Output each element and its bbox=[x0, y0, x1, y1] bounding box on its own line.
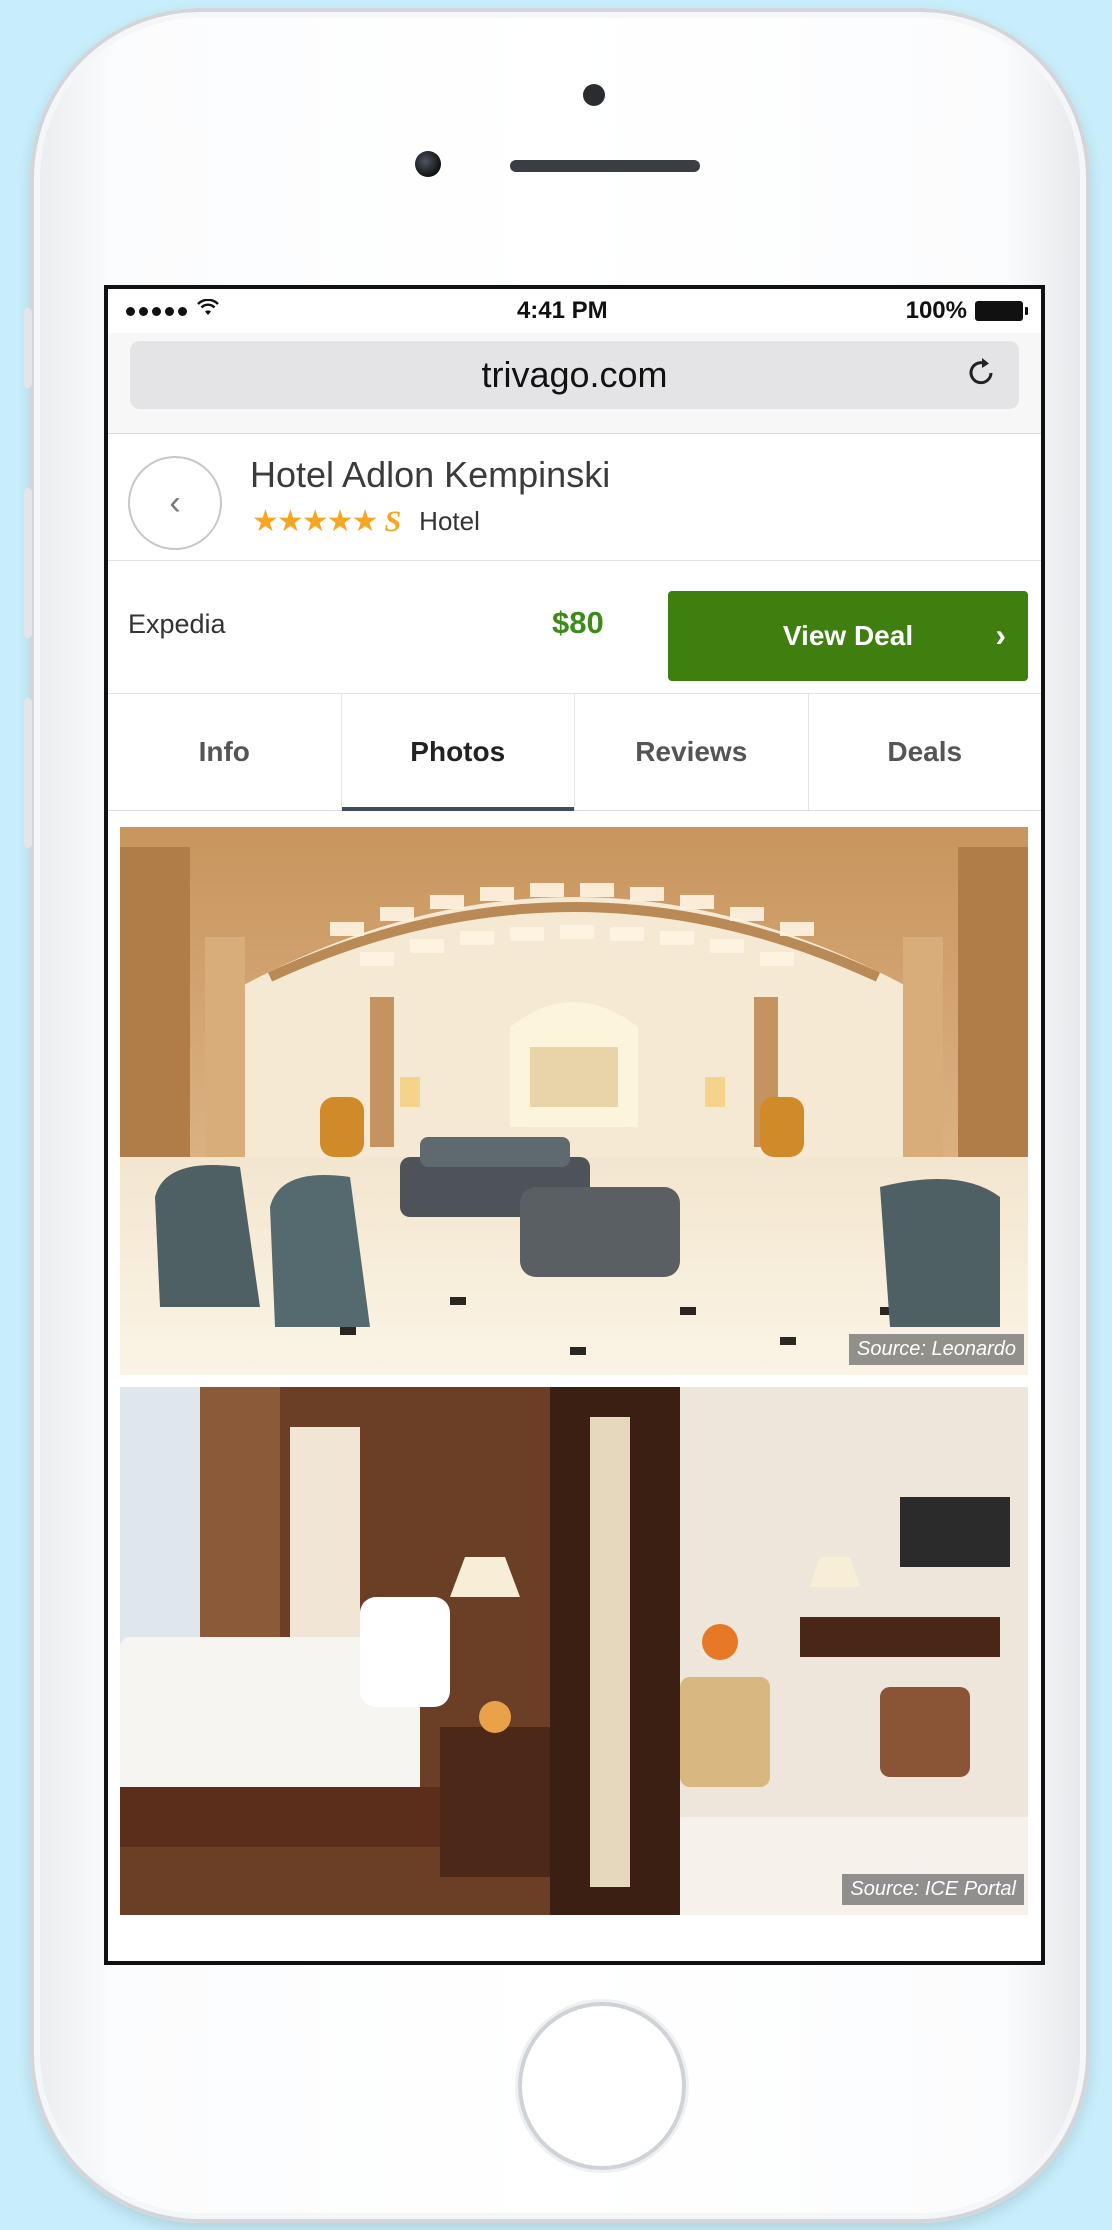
signal-dot bbox=[152, 306, 161, 316]
battery-icon bbox=[975, 301, 1028, 321]
tab-reviews[interactable]: Reviews bbox=[575, 694, 809, 810]
reload-icon[interactable] bbox=[967, 355, 997, 396]
volume-up-button bbox=[24, 488, 32, 638]
proximity-sensor bbox=[415, 151, 441, 177]
back-button[interactable]: ‹ bbox=[128, 456, 222, 550]
hotel-name: Hotel Adlon Kempinski bbox=[250, 454, 611, 495]
phone-screen: 4:41 PM 100% trivago.com ‹ Hotel Adlon K… bbox=[104, 285, 1045, 1965]
room-image bbox=[120, 1387, 1028, 1915]
deal-price: $80 bbox=[552, 605, 604, 640]
earpiece-speaker bbox=[510, 160, 700, 172]
chevron-right-icon: › bbox=[995, 617, 1006, 653]
signal-indicator bbox=[126, 298, 219, 323]
signal-dot bbox=[165, 306, 174, 316]
hotel-type: Hotel bbox=[419, 506, 480, 536]
url-text: trivago.com bbox=[481, 354, 668, 395]
browser-bar: trivago.com bbox=[108, 333, 1041, 433]
star-rating-icon: ★★★★★ bbox=[252, 505, 378, 538]
deal-provider: Expedia bbox=[128, 609, 226, 639]
photo-source-caption: Source: Leonardo bbox=[848, 1334, 1024, 1365]
status-bar: 4:41 PM 100% bbox=[108, 289, 1041, 333]
battery-percent: 100% bbox=[905, 297, 967, 324]
url-field[interactable]: trivago.com bbox=[130, 341, 1019, 409]
tab-bar: Info Photos Reviews Deals bbox=[108, 694, 1041, 811]
status-time: 4:41 PM bbox=[516, 297, 608, 324]
lobby-image bbox=[120, 827, 1028, 1375]
tab-photos[interactable]: Photos bbox=[341, 694, 575, 811]
wifi-icon bbox=[197, 298, 219, 323]
volume-down-button bbox=[24, 698, 32, 848]
hotel-rating: ★★★★★ S Hotel bbox=[252, 504, 480, 539]
home-button[interactable] bbox=[522, 2006, 682, 2166]
view-deal-label: View Deal bbox=[782, 620, 914, 651]
photo-gallery: Source: Leonardo Source: ICE Portal bbox=[108, 811, 1041, 1915]
room-photo[interactable]: Source: ICE Portal bbox=[120, 1387, 1028, 1915]
superior-badge: S bbox=[384, 504, 402, 538]
tab-info[interactable]: Info bbox=[108, 694, 342, 810]
deal-row: Expedia $80 View Deal › bbox=[108, 561, 1041, 694]
mute-switch bbox=[24, 308, 32, 388]
hotel-header: ‹ Hotel Adlon Kempinski ★★★★★ S Hotel bbox=[108, 433, 1041, 561]
signal-dot bbox=[126, 306, 135, 316]
lobby-photo[interactable]: Source: Leonardo bbox=[120, 827, 1028, 1375]
photo-source-caption: Source: ICE Portal bbox=[842, 1874, 1024, 1905]
view-deal-button[interactable]: View Deal › bbox=[668, 591, 1028, 681]
front-camera bbox=[583, 84, 605, 106]
tab-deals[interactable]: Deals bbox=[809, 694, 1042, 810]
chevron-left-icon: ‹ bbox=[169, 483, 181, 522]
signal-dot bbox=[178, 306, 187, 316]
signal-dot bbox=[139, 306, 148, 316]
